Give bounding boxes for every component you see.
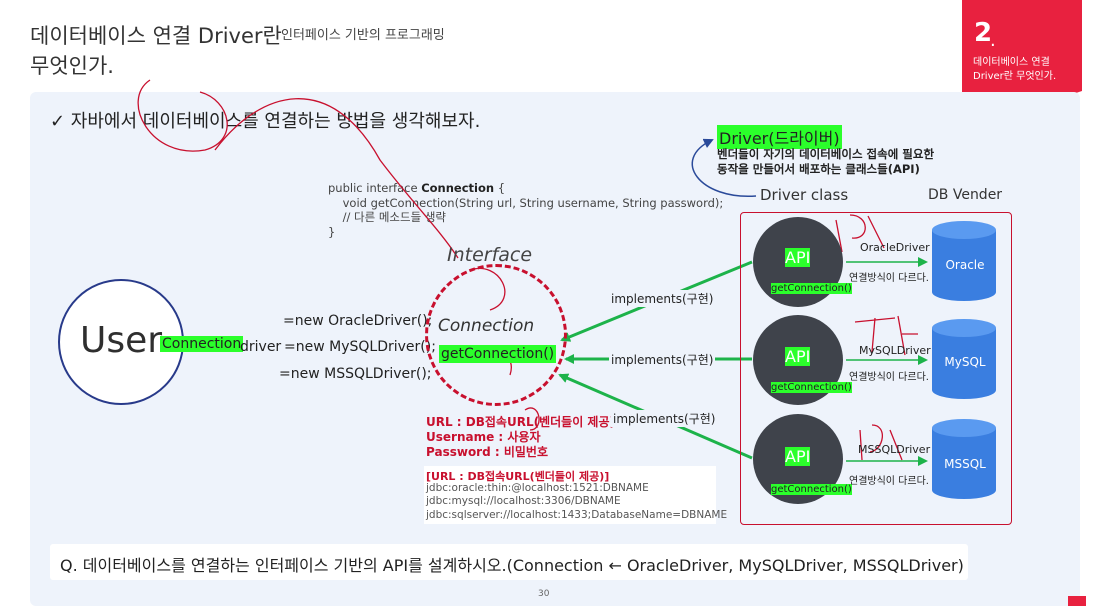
- database-label-mysql: MySQL: [944, 355, 986, 369]
- connection-params: URL : DB접속URL(벤더들이 제공) Username : 사용자 Pa…: [426, 415, 615, 460]
- api-method-oracle: getConnection(): [771, 283, 852, 294]
- implements-label-mssql: implements(구현): [611, 410, 718, 427]
- new-oracle-driver: =new OracleDriver();: [283, 313, 433, 329]
- interface-label: Interface: [447, 244, 533, 266]
- driver-name-mssql: MSSQLDriver: [858, 443, 931, 456]
- page-number: 30: [538, 589, 550, 599]
- implements-label-mysql: implements(구현): [609, 351, 716, 368]
- interface-method: getConnection(): [439, 345, 557, 363]
- driver-note-mssql: 연결방식이 다르다.: [849, 476, 929, 487]
- driver-name-mysql: MySQLDriver: [859, 344, 931, 357]
- implements-label-oracle: implements(구현): [609, 290, 716, 307]
- driver-description-line2: 동작을 만들어서 배포하는 클래스들(API): [717, 162, 920, 176]
- driver-class-label: Driver class: [760, 186, 849, 204]
- question-text: Q. 데이터베이스를 연결하는 인터페이스 기반의 API를 설계하시오.(Co…: [60, 556, 964, 575]
- database-label-mssql: MSSQL: [944, 457, 986, 471]
- user-label: User: [80, 320, 163, 361]
- param-url: URL : DB접속URL(벤더들이 제공): [426, 415, 615, 429]
- driver-note-oracle: 연결방식이 다르다.: [849, 273, 929, 284]
- api-method-mysql: getConnection(): [771, 382, 852, 393]
- driver-name-oracle: OracleDriver: [860, 241, 930, 254]
- db-vender-label: DB Vender: [928, 187, 1003, 203]
- driver-title: Driver(드라이버): [717, 125, 842, 149]
- corner-accent: [1068, 596, 1086, 606]
- new-mysql-driver: =new MySQLDriver();: [284, 339, 436, 355]
- connection-type-tag: Connection: [160, 336, 244, 352]
- driver-note-mysql: 연결방식이 다르다.: [849, 372, 929, 383]
- jdbc-url-mysql: jdbc:mysql://localhost:3306/DBNAME: [426, 495, 621, 507]
- driver-description: 벤더들이 자기의 데이터베이스 접속에 필요한 동작을 만들어서 배포하는 클래…: [717, 147, 934, 177]
- jdbc-url-mssql: jdbc:sqlserver://localhost:1433;Database…: [426, 509, 728, 521]
- api-label-mssql: API: [785, 447, 811, 466]
- param-username: Username : 사용자: [426, 430, 541, 444]
- param-password: Password : 비밀번호: [426, 445, 549, 459]
- database-label-oracle: Oracle: [945, 258, 985, 272]
- jdbc-url-oracle: jdbc:oracle:thin:@localhost:1521:DBNAME: [426, 482, 649, 494]
- api-label-mysql: API: [785, 347, 811, 366]
- driver-variable: driver: [240, 339, 282, 355]
- annotation-arrow-line: [214, 98, 459, 259]
- api-label-oracle: API: [785, 248, 811, 267]
- interface-name: Connection: [438, 316, 535, 336]
- driver-description-line1: 벤더들이 자기의 데이터베이스 접속에 필요한: [717, 147, 935, 161]
- api-method-mssql: getConnection(): [771, 484, 852, 495]
- new-mssql-driver: =new MSSQLDriver();: [279, 366, 432, 382]
- annotation-circle-db: [137, 79, 228, 152]
